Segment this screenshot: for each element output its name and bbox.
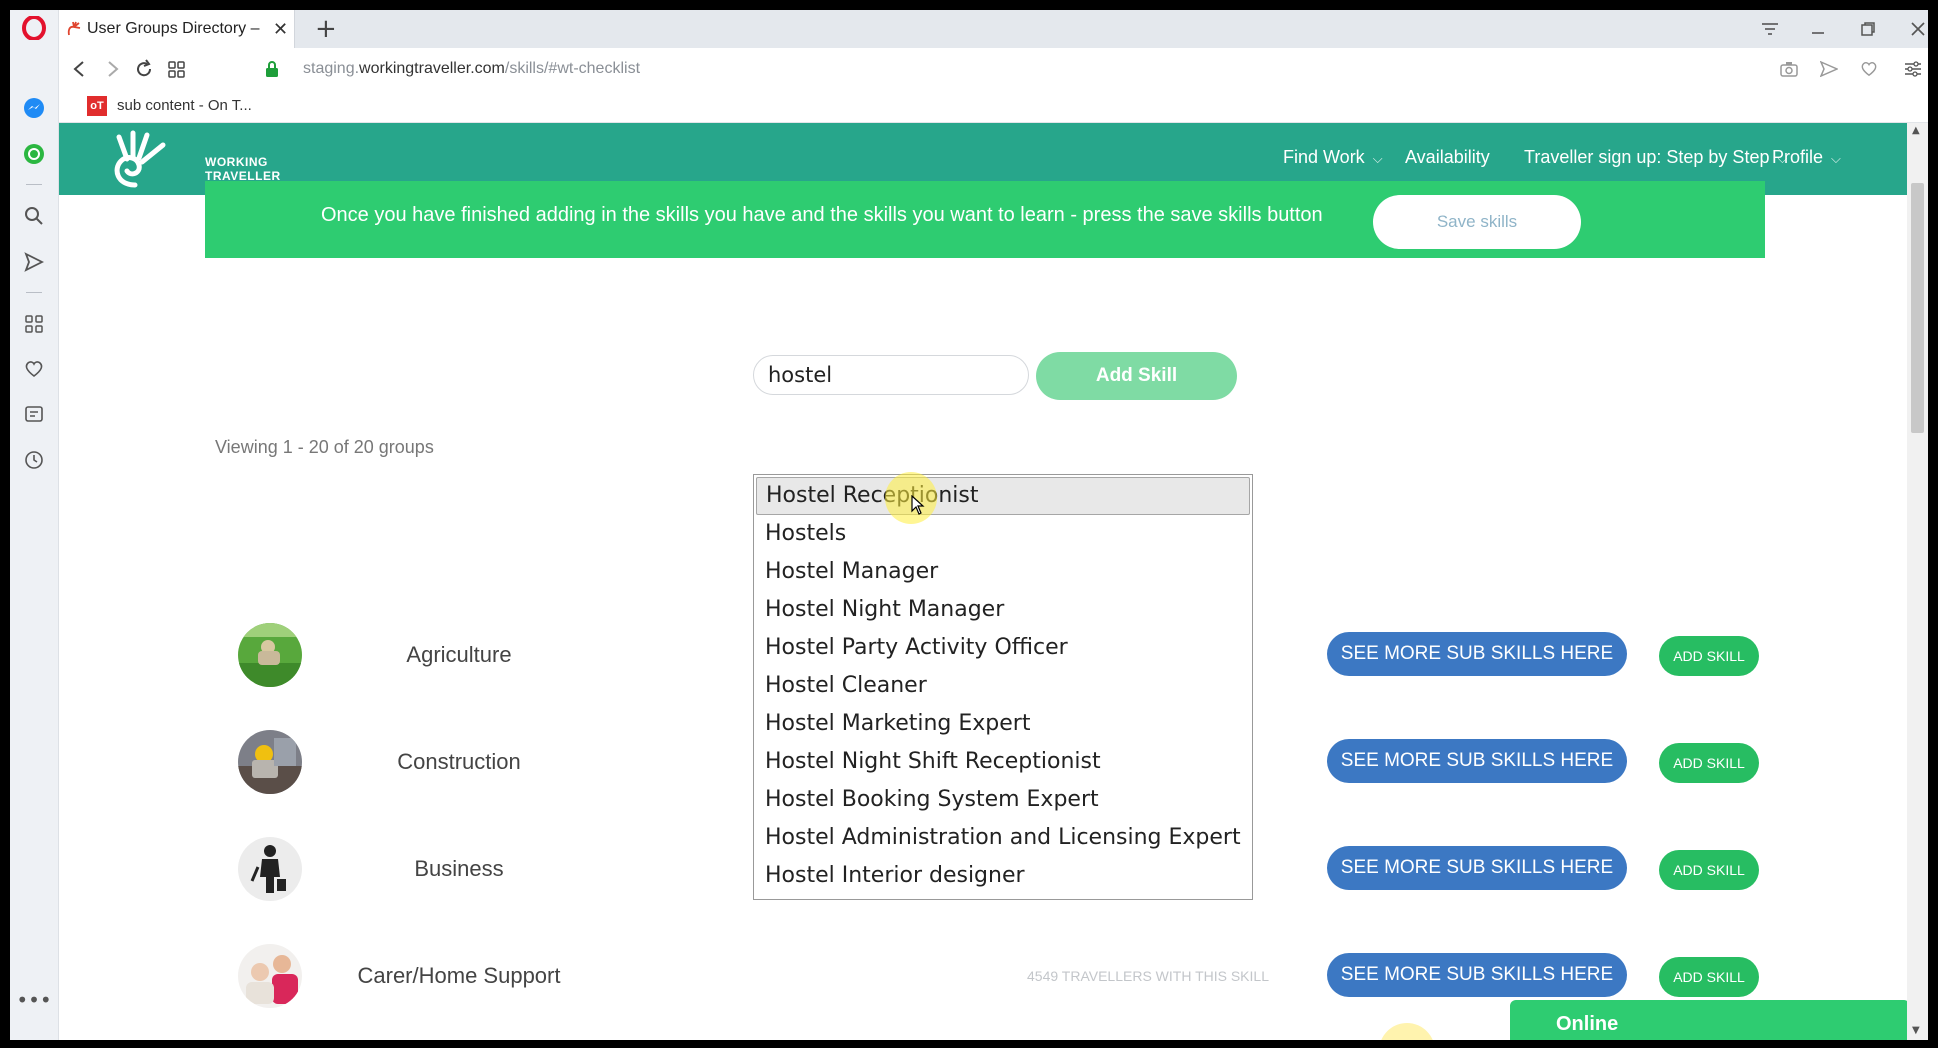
autocomplete-option[interactable]: Hostel Interior designer [754, 857, 1252, 895]
autocomplete-option[interactable]: Hostel Administration and Licensing Expe… [754, 819, 1252, 857]
speed-dial-icon[interactable] [22, 312, 46, 336]
tab-title: User Groups Directory – W [87, 20, 262, 37]
page-viewport: WORKING TRAVELLER Find Work ⌵ Availability… [59, 123, 1928, 1040]
nav-availability[interactable]: Availability [1405, 147, 1490, 168]
scroll-down-icon[interactable]: ▼ [1912, 1025, 1920, 1036]
autocomplete-option[interactable]: Hostels [754, 515, 1252, 553]
online-chat-widget[interactable]: Online [1510, 1000, 1910, 1040]
category-add-skill-button[interactable]: ADD SKILL [1659, 636, 1759, 676]
back-icon[interactable] [67, 57, 91, 81]
see-more-sub-skills-button[interactable]: SEE MORE SUB SKILLS HERE [1327, 632, 1627, 676]
agriculture-avatar[interactable] [238, 623, 302, 687]
history-clock-icon[interactable] [22, 448, 46, 472]
autocomplete-option[interactable]: Hostel Party Activity Officer [754, 629, 1252, 667]
snapshot-camera-icon[interactable] [1777, 57, 1801, 81]
nav-profile[interactable]: Profile ⌵ [1772, 147, 1841, 168]
construction-avatar[interactable] [238, 730, 302, 794]
chevron-down-icon: ⌵ [1372, 151, 1383, 166]
nav-find-work[interactable]: Find Work ⌵ [1283, 147, 1383, 168]
see-more-sub-skills-button[interactable]: SEE MORE SUB SKILLS HERE [1327, 846, 1627, 890]
nav-signup[interactable]: Traveller sign up: Step by Step ⌵ [1524, 147, 1787, 168]
autocomplete-dropdown: Hostel Receptionist Hostels Hostel Manag… [753, 474, 1253, 900]
logo-wordmark: WORKING TRAVELLER [205, 155, 281, 183]
category-name: Carer/Home Support [357, 963, 561, 988]
bookmark-bar: oT sub content - On T... [59, 90, 1928, 123]
heart-icon[interactable] [22, 357, 46, 381]
autocomplete-option[interactable]: Hostel Receptionist [756, 477, 1250, 515]
opera-sidebar: ••• [10, 10, 59, 1040]
opera-logo-icon[interactable] [22, 16, 46, 40]
address-bar: staging.workingtraveller.com/skills/#wt-… [59, 48, 1928, 90]
autocomplete-option[interactable]: Hostel Night Shift Receptionist [754, 743, 1252, 781]
autocomplete-option[interactable]: Hostel Booking System Expert [754, 781, 1252, 819]
tab-menu-icon[interactable] [1755, 16, 1785, 42]
category-add-skill-button[interactable]: ADD SKILL [1659, 957, 1759, 997]
lock-icon[interactable] [260, 57, 284, 81]
site-favicon-icon [65, 20, 83, 38]
save-skills-banner: Once you have finished adding in the ski… [205, 181, 1765, 258]
easy-setup-icon[interactable] [1901, 57, 1925, 81]
url-field[interactable]: staging.workingtraveller.com/skills/#wt-… [303, 60, 640, 78]
new-tab-icon[interactable]: + [315, 14, 337, 44]
messenger-icon[interactable] [22, 96, 46, 120]
minimize-icon[interactable] [1803, 16, 1833, 42]
save-skills-button[interactable]: Save skills [1373, 195, 1581, 249]
see-more-sub-skills-button[interactable]: SEE MORE SUB SKILLS HERE [1327, 953, 1627, 997]
viewing-count: Viewing 1 - 20 of 20 groups [215, 437, 434, 457]
send-icon[interactable] [22, 250, 46, 274]
bookmark-heart-icon[interactable] [1857, 57, 1881, 81]
category-add-skill-button[interactable]: ADD SKILL [1659, 850, 1759, 890]
business-avatar[interactable] [238, 837, 302, 901]
tab-close-icon[interactable]: ✕ [273, 19, 288, 40]
see-more-sub-skills-button[interactable]: SEE MORE SUB SKILLS HERE [1327, 739, 1627, 783]
forward-icon[interactable] [101, 57, 125, 81]
scroll-thumb[interactable] [1911, 183, 1924, 433]
tab-strip: User Groups Directory – W ✕ + [59, 10, 1928, 48]
search-icon[interactable] [22, 204, 46, 228]
chevron-down-icon: ⌵ [1831, 151, 1841, 166]
add-skill-button[interactable]: Add Skill [1036, 352, 1237, 400]
reload-icon[interactable] [132, 57, 156, 81]
traveller-count: 4549 TRAVELLERS WITH THIS SKILL [1027, 968, 1269, 984]
autocomplete-option[interactable]: Hostel Cleaner [754, 667, 1252, 705]
scroll-up-icon[interactable]: ▲ [1912, 125, 1920, 136]
page-scrollbar[interactable]: ▲ ▼ [1907, 123, 1928, 1040]
whatsapp-icon[interactable] [22, 142, 46, 166]
bookmark-ot-icon[interactable]: oT [87, 96, 107, 116]
bookmark-sub-content[interactable]: sub content - On T... [117, 97, 252, 114]
restore-icon[interactable] [1853, 16, 1883, 42]
autocomplete-option[interactable]: Hostel Marketing Expert [754, 705, 1252, 743]
skill-search-input[interactable] [753, 355, 1029, 395]
more-dots-icon[interactable]: ••• [16, 988, 51, 1012]
autocomplete-option[interactable]: Hostel Night Manager [754, 591, 1252, 629]
category-name: Business [414, 856, 504, 881]
close-window-icon[interactable] [1903, 16, 1928, 42]
autocomplete-option[interactable]: Hostel Manager [754, 553, 1252, 591]
banner-text: Once you have finished adding in the ski… [321, 204, 1323, 226]
tabs-grid-icon[interactable] [165, 57, 189, 81]
news-icon[interactable] [22, 402, 46, 426]
category-name: Agriculture [406, 642, 512, 667]
browser-window: ••• User Groups Directory – W ✕ + stagin… [10, 10, 1928, 1040]
share-send-icon[interactable] [1817, 57, 1841, 81]
carer-avatar[interactable] [238, 944, 302, 1008]
chat-bubble-decoration [1379, 1023, 1435, 1040]
category-add-skill-button[interactable]: ADD SKILL [1659, 743, 1759, 783]
category-name: Construction [397, 749, 521, 774]
tab-active[interactable]: User Groups Directory – W ✕ [59, 10, 295, 48]
